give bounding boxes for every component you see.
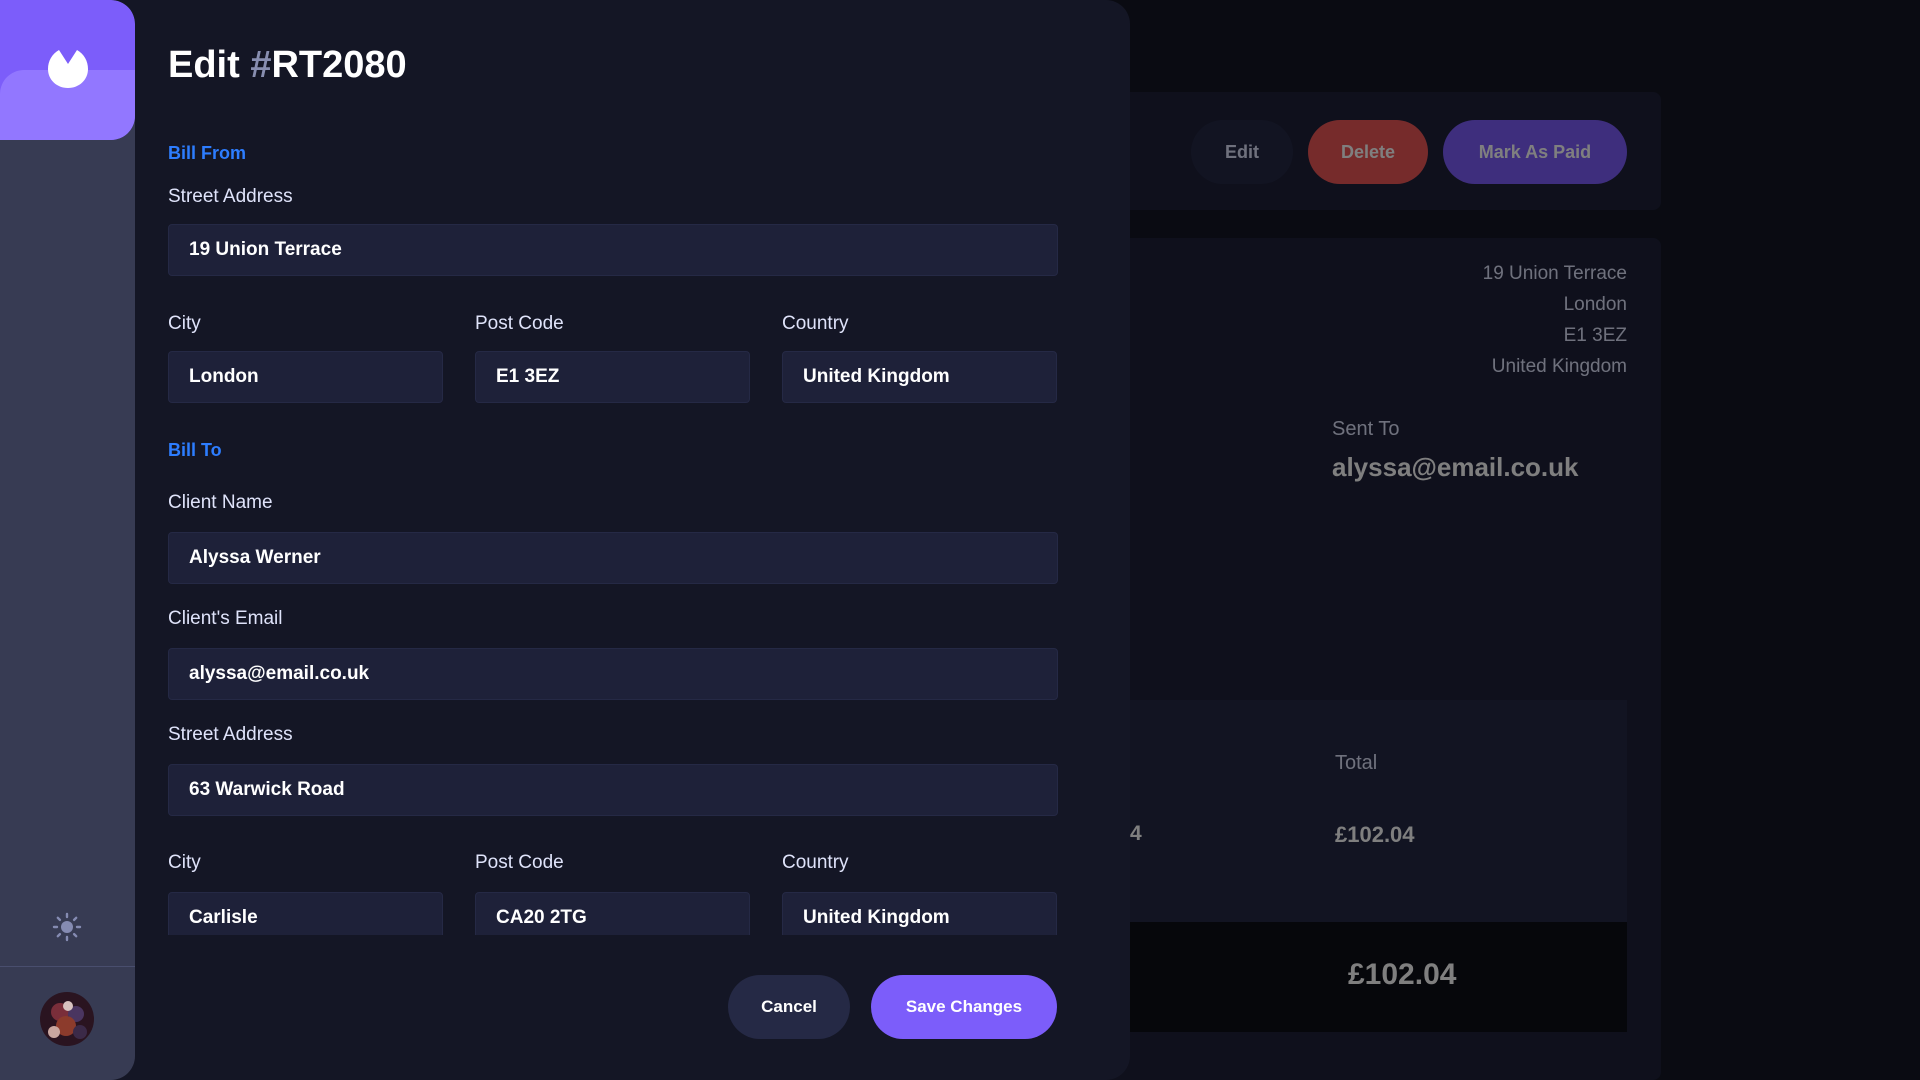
client-email-input[interactable]: alyssa@email.co.uk [168, 648, 1058, 700]
from-street-label: Street Address [168, 186, 293, 207]
cancel-button[interactable]: Cancel [728, 975, 850, 1039]
to-country-input[interactable]: United Kingdom [782, 892, 1057, 935]
edit-form: Edit #RT2080 Bill From Street Address 19… [168, 0, 1058, 935]
sun-icon[interactable] [52, 912, 82, 942]
from-postcode-input[interactable]: E1 3EZ [475, 351, 750, 403]
to-city-label: City [168, 852, 201, 873]
from-city-input[interactable]: London [168, 351, 443, 403]
client-name-input[interactable]: Alyssa Werner [168, 532, 1058, 584]
client-email-label: Client's Email [168, 608, 283, 629]
to-city-input[interactable]: Carlisle [168, 892, 443, 935]
page-title: Edit #RT2080 [168, 44, 407, 87]
to-street-input[interactable]: 63 Warwick Road [168, 764, 1058, 816]
client-name-label: Client Name [168, 492, 273, 513]
from-postcode-label: Post Code [475, 313, 564, 334]
from-street-input[interactable]: 19 Union Terrace [168, 224, 1058, 276]
from-country-label: Country [782, 313, 849, 334]
from-city-label: City [168, 313, 201, 334]
from-country-input[interactable]: United Kingdom [782, 351, 1057, 403]
user-avatar[interactable] [40, 992, 94, 1046]
to-postcode-input[interactable]: CA20 2TG [475, 892, 750, 935]
save-changes-button[interactable]: Save Changes [871, 975, 1057, 1039]
title-hash: # [250, 44, 272, 86]
edit-invoice-drawer: Edit #RT2080 Bill From Street Address 19… [0, 0, 1130, 1080]
bill-to-heading: Bill To [168, 440, 222, 460]
invoice-id: RT2080 [271, 44, 407, 86]
logo[interactable] [0, 0, 135, 140]
sidebar [0, 0, 135, 1080]
to-street-label: Street Address [168, 724, 293, 745]
to-country-label: Country [782, 852, 849, 873]
avatar-image [40, 992, 94, 1046]
title-prefix: Edit [168, 44, 251, 86]
to-postcode-label: Post Code [475, 852, 564, 873]
bill-from-heading: Bill From [168, 143, 247, 163]
sidebar-divider [0, 966, 135, 967]
logo-icon [48, 50, 88, 88]
